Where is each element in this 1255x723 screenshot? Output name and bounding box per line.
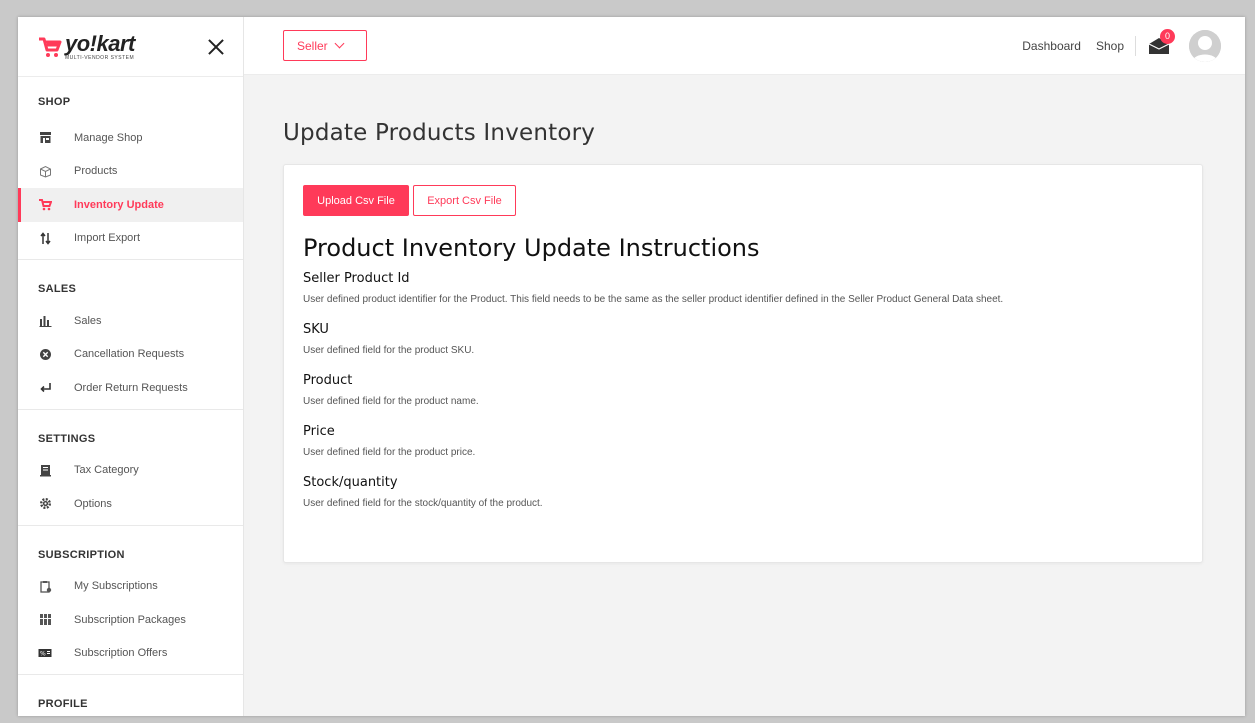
sidebar-item-label: Order Return Requests — [74, 381, 188, 394]
nav-section-title: SUBSCRIPTION — [38, 548, 125, 561]
sidebar-item-label: My Subscriptions — [74, 580, 158, 593]
close-sidebar-icon[interactable] — [207, 38, 225, 56]
field-list: Seller Product Id User defined product id… — [303, 271, 1183, 526]
sidebar-item-label: Inventory Update — [74, 198, 164, 211]
user-icon — [1189, 30, 1221, 62]
sidebar-item-subscription-offers[interactable]: % Subscription Offers — [18, 637, 243, 671]
sidebar-item-manage-shop[interactable]: Manage Shop — [18, 121, 243, 155]
instructions-title: Product Inventory Update Instructions — [303, 234, 760, 262]
nav-section-title: SHOP — [38, 96, 71, 108]
clipboard-icon — [38, 579, 52, 593]
field-description: User defined field for the stock/quantit… — [303, 498, 543, 509]
arrows-updown-icon — [38, 231, 52, 245]
receipt-icon — [38, 463, 52, 477]
nav-section-profile: PROFILE — [18, 675, 243, 716]
field-name: Price — [303, 424, 335, 439]
cancel-circle-icon — [38, 347, 52, 361]
export-csv-button[interactable]: Export Csv File — [413, 185, 516, 216]
sidebar-item-import-export[interactable]: Import Export — [18, 222, 243, 256]
nav-section-settings: SETTINGS Tax Category Options — [18, 410, 243, 526]
role-dropdown[interactable]: Seller — [283, 30, 367, 61]
shop-link[interactable]: Shop — [1096, 39, 1124, 53]
brand-tagline: MULTI-VENDOR SYSTEM — [65, 54, 135, 61]
nav-section-title: SETTINGS — [38, 432, 96, 445]
sidebar-nav: SHOP Manage Shop Products Inventory Update I… — [18, 77, 243, 716]
sidebar-item-inventory-update[interactable]: Inventory Update — [18, 188, 243, 222]
bar-chart-icon — [38, 314, 52, 328]
sidebar-item-products[interactable]: Products — [18, 155, 243, 189]
header-actions: Dashboard Shop 0 — [1022, 17, 1221, 75]
user-avatar[interactable] — [1189, 30, 1221, 62]
cart-logo-icon — [39, 37, 62, 57]
return-arrow-icon — [38, 381, 52, 395]
field-name: Stock/quantity — [303, 475, 398, 490]
nav-section-sales: SALES Sales Cancellation Requests Order Ret… — [18, 260, 243, 410]
field-description: User defined field for the product SKU. — [303, 345, 475, 356]
field-item: Seller Product Id User defined product id… — [303, 271, 1183, 308]
field-name: SKU — [303, 322, 329, 337]
field-item: SKU User defined field for the product SK… — [303, 322, 1183, 359]
sidebar-item-subscription-packages[interactable]: Subscription Packages — [18, 603, 243, 637]
sidebar-item-label: Products — [74, 165, 118, 178]
sidebar-item-label: Subscription Packages — [74, 613, 186, 626]
role-dropdown-label: Seller — [297, 38, 328, 53]
field-description: User defined product identifier for the … — [303, 294, 1004, 305]
sidebar-item-label: Sales — [74, 314, 102, 327]
brand-logo[interactable]: yo!kart MULTI-VENDOR SYSTEM — [38, 30, 135, 61]
sidebar-item-label: Tax Category — [74, 464, 139, 477]
sidebar-item-label: Options — [74, 497, 112, 510]
sidebar-item-sales[interactable]: Sales — [18, 304, 243, 338]
nav-section-title: SALES — [38, 283, 77, 295]
main-content: Update Products Inventory Upload Csv Fil… — [244, 75, 1245, 716]
app-window: yo!kart MULTI-VENDOR SYSTEM SHOP Manage S… — [18, 17, 1245, 716]
header-divider — [1135, 36, 1136, 56]
field-name: Product — [303, 373, 353, 388]
field-description: User defined field for the product price… — [303, 447, 476, 458]
field-item: Stock/quantity User defined field for the… — [303, 475, 1183, 512]
brand-name: yo!kart — [65, 30, 135, 56]
sidebar-item-cancellation-requests[interactable]: Cancellation Requests — [18, 338, 243, 372]
storefront-icon — [38, 131, 52, 145]
sidebar-item-label: Manage Shop — [74, 131, 143, 144]
sidebar-header: yo!kart MULTI-VENDOR SYSTEM — [18, 17, 243, 77]
field-item: Price User defined field for the product … — [303, 424, 1183, 461]
sidebar-item-my-subscriptions[interactable]: My Subscriptions — [18, 570, 243, 604]
sidebar-item-order-return-requests[interactable]: Order Return Requests — [18, 371, 243, 405]
percent-tag-icon: % — [38, 646, 52, 660]
package-icon — [38, 613, 52, 627]
message-count-badge: 0 — [1160, 29, 1175, 44]
chevron-down-icon — [334, 38, 345, 49]
dashboard-link[interactable]: Dashboard — [1022, 39, 1081, 53]
cart-icon — [38, 198, 52, 212]
messages-button[interactable]: 0 — [1147, 29, 1175, 57]
sidebar: yo!kart MULTI-VENDOR SYSTEM SHOP Manage S… — [18, 17, 244, 716]
sidebar-item-label: Cancellation Requests — [74, 348, 185, 361]
nav-section-shop: SHOP Manage Shop Products Inventory Update I… — [18, 77, 243, 260]
nav-section-title: PROFILE — [38, 698, 88, 710]
gear-icon — [38, 497, 52, 511]
top-header: Seller Dashboard Shop 0 — [244, 17, 1245, 75]
sidebar-item-tax-category[interactable]: Tax Category — [18, 454, 243, 488]
svg-text:%: % — [40, 651, 46, 658]
sidebar-item-label: Import Export — [74, 232, 141, 245]
upload-csv-button[interactable]: Upload Csv File — [303, 185, 409, 216]
box-icon — [38, 164, 52, 178]
field-item: Product User defined field for the produc… — [303, 373, 1183, 410]
sidebar-item-label: Subscription Offers — [74, 647, 168, 660]
field-description: User defined field for the product name. — [303, 396, 479, 407]
nav-section-subscription: SUBSCRIPTION My Subscriptions Subscription… — [18, 526, 243, 675]
page-title: Update Products Inventory — [283, 120, 596, 146]
instructions-card: Upload Csv File Export Csv File Product … — [283, 164, 1203, 563]
sidebar-item-options[interactable]: Options — [18, 487, 243, 521]
field-name: Seller Product Id — [303, 271, 410, 286]
